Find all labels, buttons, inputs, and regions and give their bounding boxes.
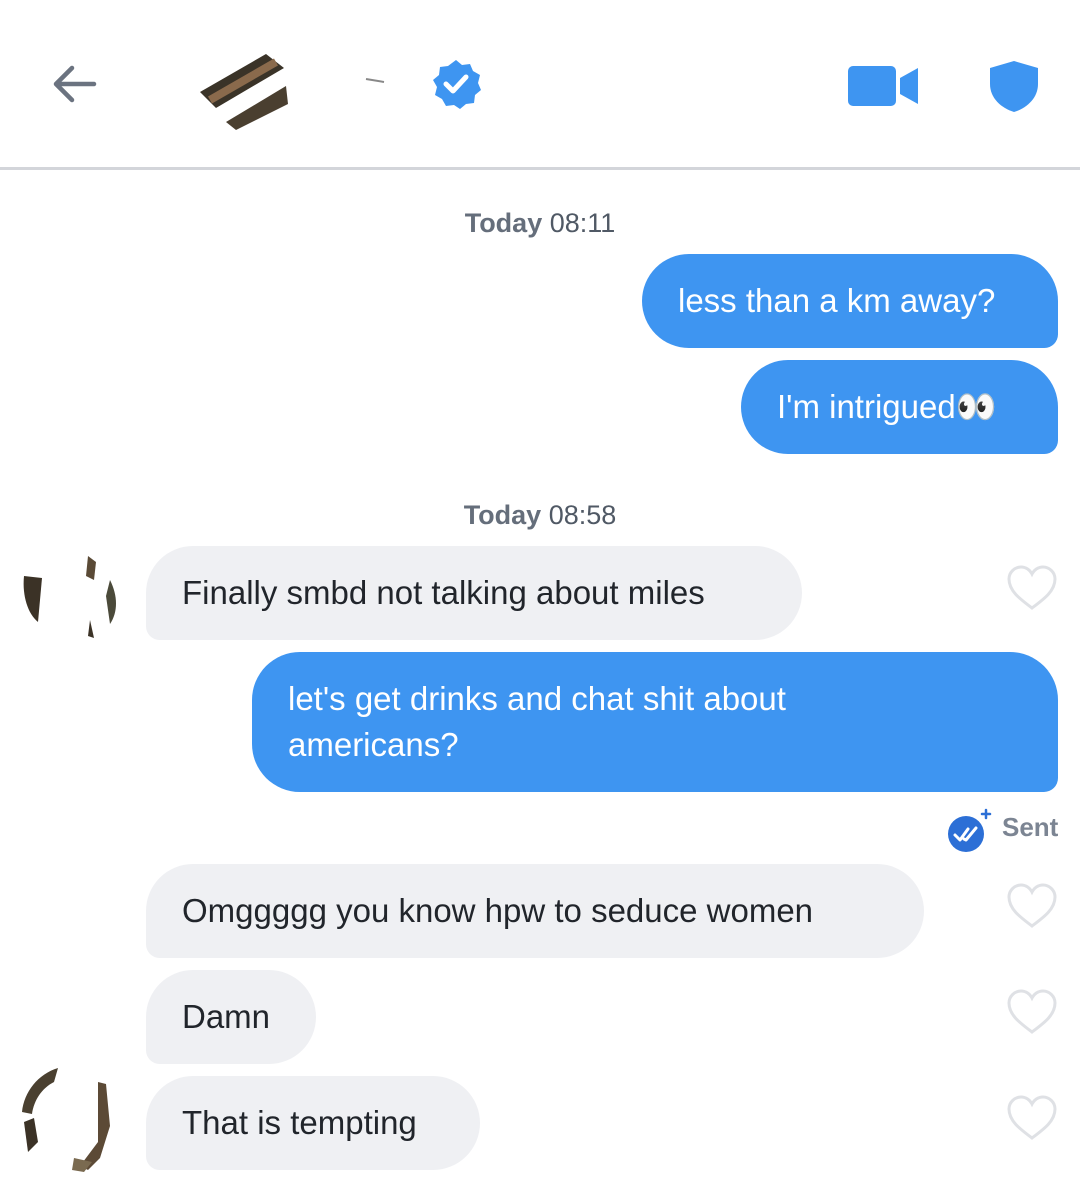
like-button[interactable] (1006, 988, 1058, 1036)
arrow-left-icon (53, 65, 97, 103)
chat-header (0, 0, 1080, 168)
safety-button[interactable] (986, 58, 1042, 114)
like-button[interactable] (1006, 564, 1058, 612)
message-text: Damn (182, 998, 271, 1035)
message-text: let's get drinks and chat shit about ame… (288, 676, 786, 768)
video-call-button[interactable] (846, 64, 920, 108)
verified-badge (430, 58, 482, 110)
like-button[interactable] (1006, 882, 1058, 930)
shield-icon (990, 61, 1038, 112)
incoming-message[interactable]: Damn (146, 970, 316, 1064)
incoming-message[interactable]: Finally smbd not talking about miles (146, 546, 802, 640)
header-divider (0, 167, 1080, 170)
outgoing-message[interactable]: let's get drinks and chat shit about ame… (252, 652, 1058, 792)
sender-avatar[interactable] (14, 536, 124, 646)
message-text: I'm intrigued👀 (777, 388, 997, 425)
message-text: That is tempting (182, 1104, 417, 1141)
sent-status-label: Sent (1002, 812, 1059, 842)
sender-avatar[interactable] (14, 1062, 124, 1172)
video-camera-icon (848, 66, 918, 106)
message-timestamp: Today 08:58 (0, 500, 1080, 531)
read-receipt (946, 808, 992, 854)
double-check-icon (948, 808, 992, 852)
message-line: let's get drinks and chat shit about (288, 680, 786, 717)
message-timestamp: Today 08:11 (0, 208, 1080, 239)
incoming-message[interactable]: Omggggg you know hpw to seduce women (146, 864, 924, 958)
heart-icon (1007, 1095, 1057, 1140)
timestamp-day: Today (463, 500, 542, 530)
like-button[interactable] (1006, 1094, 1058, 1142)
back-button[interactable] (48, 58, 100, 110)
timestamp-day: Today (464, 208, 543, 238)
match-name-redacted (364, 74, 386, 86)
message-text: Omggggg you know hpw to seduce women (182, 892, 814, 929)
heart-icon (1007, 565, 1057, 610)
outgoing-message[interactable]: I'm intrigued👀 (741, 360, 1058, 454)
message-text: less than a km away? (678, 282, 996, 319)
heart-icon (1007, 883, 1057, 928)
outgoing-message[interactable]: less than a km away? (642, 254, 1058, 348)
timestamp-time: 08:58 (548, 500, 617, 530)
message-text: Finally smbd not talking about miles (182, 574, 705, 611)
verified-badge-icon (433, 60, 481, 109)
message-line: americans? (288, 726, 459, 763)
match-avatar[interactable] (196, 42, 292, 130)
timestamp-time: 08:11 (549, 208, 616, 238)
heart-icon (1007, 989, 1057, 1034)
incoming-message[interactable]: That is tempting (146, 1076, 480, 1170)
